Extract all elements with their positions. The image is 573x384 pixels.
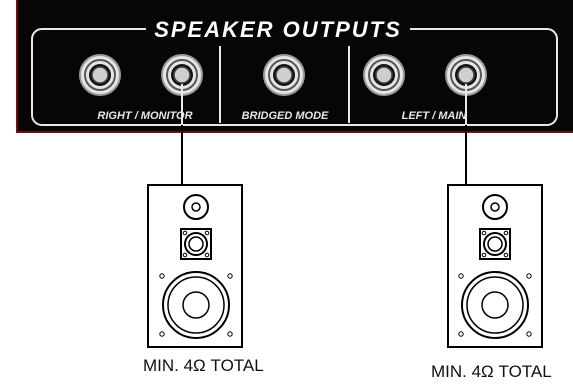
label-left-main: LEFT / MAIN [401, 110, 467, 122]
speaker-left-spec: MIN. 4Ω TOTAL [431, 362, 552, 381]
label-bridged-mode: BRIDGED MODE [241, 110, 329, 122]
diagram-stage: SPEAKER OUTPUTS RIGHT / MONITOR BRIDGED … [0, 0, 573, 384]
speaker-cabinet-right [147, 184, 243, 348]
panel-and-speakers-drawing [31, 28, 558, 348]
jack-bridged [263, 54, 305, 96]
speaker-right-spec: MIN. 4Ω TOTAL [143, 356, 264, 375]
speaker-cabinet-left [447, 184, 543, 348]
panel-title: SPEAKER OUTPUTS [146, 14, 410, 46]
jack-left-1 [363, 54, 405, 96]
jack-right-1 [79, 54, 121, 96]
label-right-monitor: RIGHT / MONITOR [97, 110, 193, 122]
